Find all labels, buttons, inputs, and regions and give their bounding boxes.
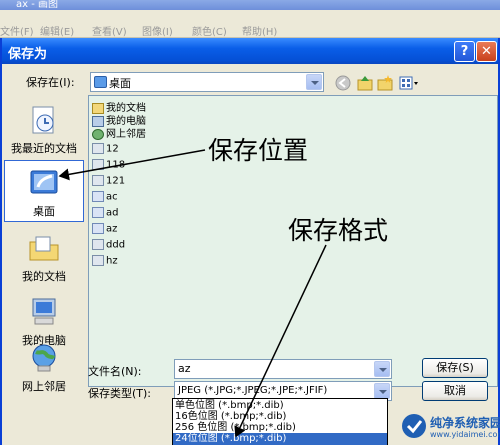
cancel-button[interactable]: 取消	[422, 381, 488, 401]
back-icon[interactable]	[334, 74, 352, 92]
places-bar: 我最近的文档 桌面 我的文档 我的电脑 网上邻居	[4, 98, 84, 394]
menu-edit[interactable]: 编辑(E)	[40, 23, 74, 38]
list-item[interactable]: hz	[92, 255, 118, 268]
menu-image[interactable]: 图像(I)	[142, 23, 173, 38]
save-as-dialog: 保存为 ? ✕ 保存在(I): 桌面 我最近的文档 桌面 我的文档 我的电脑 网…	[0, 38, 500, 445]
filetype-dropdown-list[interactable]: 单色位图 (*.bmp;*.dib) 16色位图 (*.bmp;*.dib) 2…	[172, 398, 388, 445]
filename-input[interactable]: az	[174, 359, 392, 379]
my-documents-icon	[29, 236, 59, 261]
place-network[interactable]: 网上邻居	[4, 336, 84, 398]
bitmap-file-icon	[92, 207, 104, 218]
filename-value: az	[178, 362, 191, 375]
place-mydocs-label: 我的文档	[22, 270, 66, 283]
recent-documents-icon	[32, 106, 54, 134]
place-recent-label: 我最近的文档	[11, 142, 77, 155]
list-item[interactable]: 118	[92, 159, 125, 172]
place-network-label: 网上邻居	[22, 380, 66, 393]
menu-file[interactable]: 文件(F)	[0, 23, 34, 38]
jpeg-file-icon	[92, 159, 104, 170]
place-desktop-label: 桌面	[33, 205, 55, 218]
watermark-title: 纯净系统家园	[430, 416, 500, 430]
view-menu-icon[interactable]	[398, 74, 420, 92]
list-item[interactable]: ddd	[92, 239, 125, 252]
place-desktop[interactable]: 桌面	[4, 160, 84, 222]
jpeg-file-icon	[92, 239, 104, 250]
jpeg-file-icon	[92, 143, 104, 154]
chevron-down-icon[interactable]	[306, 74, 322, 90]
list-item[interactable]: ad	[92, 207, 118, 220]
list-item[interactable]: 12	[92, 143, 119, 156]
list-item[interactable]: 121	[92, 175, 125, 188]
my-computer-icon	[32, 298, 56, 325]
filetype-value: JPEG (*.JPG;*.JPEG;*.JPE;*.JFIF)	[178, 385, 328, 396]
list-item[interactable]: 我的文档	[92, 99, 146, 114]
watermark-url: www.yidaimei.com	[430, 430, 500, 439]
place-recent[interactable]: 我最近的文档	[4, 98, 84, 160]
list-item[interactable]: 我的电脑	[92, 112, 146, 127]
chevron-down-icon[interactable]	[374, 361, 390, 377]
dialog-titlebar[interactable]: 保存为 ? ✕	[2, 38, 498, 64]
list-item[interactable]: az	[92, 223, 117, 236]
bitmap-file-icon	[92, 223, 104, 234]
watermark-logo-icon	[402, 414, 426, 438]
dialog-title: 保存为	[8, 47, 48, 62]
desktop-mini-icon	[94, 76, 107, 88]
annotation-save-format: 保存格式	[288, 216, 389, 245]
desktop-icon	[30, 170, 58, 194]
menu-view[interactable]: 查看(V)	[92, 23, 127, 38]
save-in-combo[interactable]: 桌面	[90, 72, 324, 92]
menu-color[interactable]: 颜色(C)	[192, 23, 227, 38]
filetype-label: 保存类型(T):	[88, 387, 152, 400]
paint-menubar: 文件(F) 编辑(E) 查看(V) 图像(I) 颜色(C) 帮助(H)	[0, 10, 500, 38]
close-button[interactable]: ✕	[476, 41, 497, 62]
network-places-icon	[32, 344, 56, 372]
bitmap-file-icon	[92, 191, 104, 202]
network-icon	[92, 128, 104, 140]
filename-label: 文件名(N):	[88, 365, 142, 378]
chevron-down-icon[interactable]	[374, 383, 390, 399]
list-item[interactable]: ac	[92, 191, 118, 204]
up-folder-icon[interactable]	[356, 74, 374, 92]
jpeg-file-icon	[92, 255, 104, 266]
place-mydocs[interactable]: 我的文档	[4, 226, 84, 288]
annotation-save-location: 保存位置	[208, 136, 309, 165]
save-in-value: 桌面	[109, 77, 131, 90]
save-in-label: 保存在(I):	[26, 76, 75, 89]
new-folder-icon[interactable]	[376, 74, 394, 92]
menu-help[interactable]: 帮助(H)	[242, 23, 277, 38]
watermark: 纯净系统家园 www.yidaimei.com	[398, 412, 500, 442]
paint-window-title: ax - 画图	[0, 0, 500, 10]
jpeg-file-icon	[92, 175, 104, 186]
save-button[interactable]: 保存(S)	[422, 358, 488, 378]
filetype-option-selected[interactable]: 24位位图 (*.bmp;*.dib)	[173, 433, 387, 445]
list-item[interactable]: 网上邻居	[92, 125, 146, 140]
help-button[interactable]: ?	[454, 41, 475, 62]
